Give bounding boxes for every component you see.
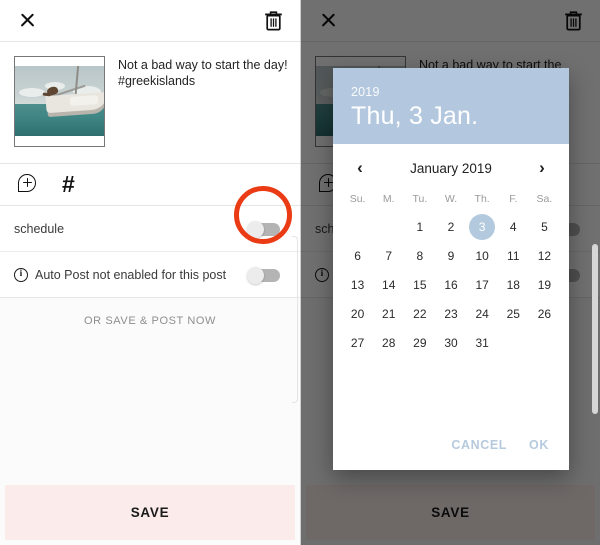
calendar-day[interactable]: 6	[342, 241, 373, 270]
date-picker-year[interactable]: 2019	[351, 85, 551, 99]
auto-post-option-row: i Auto Post not enabled for this post	[0, 252, 300, 298]
calendar-day[interactable]: 23	[435, 299, 466, 328]
save-button[interactable]: SAVE	[5, 485, 295, 540]
calendar-day-header: W.	[444, 193, 458, 205]
calendar-day-header: Sa.	[536, 193, 553, 205]
calendar-day-header: Tu.	[412, 193, 428, 205]
calendar-day[interactable]: 10	[467, 241, 498, 270]
calendar-nav: ‹ January 2019 ›	[333, 144, 569, 185]
auto-post-toggle[interactable]	[247, 267, 280, 284]
calendar-day[interactable]: 7	[373, 241, 404, 270]
left-phone-panel: Not a bad way to start the day! #greekis…	[0, 0, 300, 545]
calendar-day[interactable]: 16	[435, 270, 466, 299]
calendar-day[interactable]: 11	[498, 241, 529, 270]
compose-tools-row: #	[0, 164, 300, 206]
calendar-day-empty	[342, 212, 373, 241]
date-picker-header: 2019 Thu, 3 Jan.	[333, 68, 569, 144]
schedule-toggle[interactable]	[247, 221, 280, 238]
right-phone-panel: Not a bad way to start the day! #greekis…	[300, 0, 600, 545]
calendar-day[interactable]: 2	[435, 212, 466, 241]
auto-post-label: Auto Post not enabled for this post	[35, 267, 227, 282]
calendar-day-header: F.	[509, 193, 518, 205]
or-save-post-now-text[interactable]: OR SAVE & POST NOW	[0, 298, 300, 327]
calendar-day[interactable]: 4	[498, 212, 529, 241]
calendar-day[interactable]: 5	[529, 212, 560, 241]
calendar-grid: Su. M. Tu. W. Th. F. Sa. 1 2 3 4 5 6 7 8 9 10 11 12 13 14 15 1…	[333, 185, 569, 357]
calendar-day[interactable]: 31	[467, 328, 498, 357]
calendar-day[interactable]: 8	[404, 241, 435, 270]
calendar-day[interactable]: 18	[498, 270, 529, 299]
calendar-day[interactable]: 1	[404, 212, 435, 241]
post-caption: Not a bad way to start the day! #greekis…	[118, 58, 288, 88]
post-thumbnail[interactable]	[14, 56, 105, 147]
hashtag-icon[interactable]: #	[62, 173, 75, 196]
calendar-day[interactable]: 25	[498, 299, 529, 328]
calendar-day[interactable]: 14	[373, 270, 404, 299]
calendar-day[interactable]: 27	[342, 328, 373, 357]
calendar-day[interactable]: 21	[373, 299, 404, 328]
ok-button[interactable]: OK	[529, 438, 549, 452]
page-scrollbar-thumb[interactable]	[592, 244, 598, 414]
post-preview-row: Not a bad way to start the day! #greekis…	[0, 42, 300, 164]
thumbnail-photo	[15, 66, 104, 136]
auto-post-label-group: i Auto Post not enabled for this post	[14, 267, 227, 282]
calendar-day[interactable]: 29	[404, 328, 435, 357]
calendar-day[interactable]: 30	[435, 328, 466, 357]
date-picker-selected-date[interactable]: Thu, 3 Jan.	[351, 102, 551, 131]
calendar-day[interactable]: 17	[467, 270, 498, 299]
calendar-day-header: Th.	[474, 193, 490, 205]
calendar-month-title: January 2019	[410, 160, 492, 176]
calendar-day[interactable]: 26	[529, 299, 560, 328]
calendar-day[interactable]: 28	[373, 328, 404, 357]
calendar-day[interactable]: 12	[529, 241, 560, 270]
schedule-option-row: schedule	[0, 206, 300, 252]
calendar-day-header: M.	[382, 193, 395, 205]
screenshot-stage: Not a bad way to start the day! #greekis…	[0, 0, 600, 545]
trash-can-icon[interactable]	[260, 8, 286, 34]
calendar-day-header: Su.	[349, 193, 366, 205]
calendar-day[interactable]: 15	[404, 270, 435, 299]
date-picker-actions: CANCEL OK	[333, 438, 569, 470]
schedule-label: schedule	[14, 221, 65, 236]
calendar-day[interactable]: 22	[404, 299, 435, 328]
calendar-day[interactable]: 19	[529, 270, 560, 299]
save-bar: SAVE	[0, 485, 300, 545]
chevron-right-icon[interactable]: ›	[531, 157, 553, 179]
calendar-day[interactable]: 13	[342, 270, 373, 299]
info-circle-icon: i	[14, 267, 28, 282]
top-app-bar	[0, 0, 300, 42]
close-x-icon[interactable]	[14, 8, 40, 34]
cancel-button[interactable]: CANCEL	[451, 438, 507, 452]
calendar-day-empty	[373, 212, 404, 241]
calendar-day-selected[interactable]: 3	[467, 212, 498, 241]
calendar-day[interactable]: 20	[342, 299, 373, 328]
comment-bubble-plus-icon[interactable]	[18, 173, 40, 196]
calendar-day[interactable]: 9	[435, 241, 466, 270]
calendar-day[interactable]: 24	[467, 299, 498, 328]
date-picker-dialog: 2019 Thu, 3 Jan. ‹ January 2019 › Su. M. T…	[333, 68, 569, 470]
chevron-left-icon[interactable]: ‹	[349, 157, 371, 179]
